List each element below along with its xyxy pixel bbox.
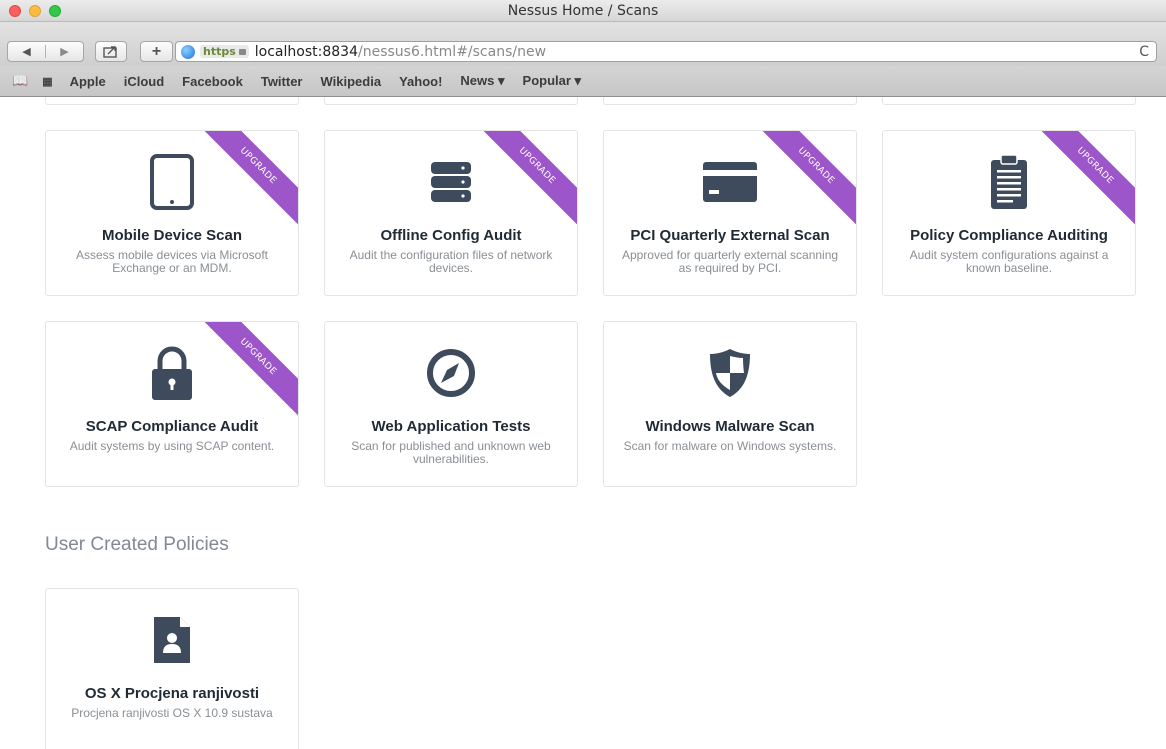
template-card-offline-config-audit[interactable]: Offline Config Audit Audit the configura… — [324, 130, 578, 296]
bookmark-twitter[interactable]: Twitter — [261, 74, 303, 89]
template-card-mobile-device-scan[interactable]: Mobile Device Scan Assess mobile devices… — [45, 130, 299, 296]
shield-icon — [604, 342, 856, 404]
globe-icon — [181, 44, 195, 59]
browser-toolbar: ◀ ▶ + https localhost:8834 /nessus6.html… — [0, 22, 1166, 66]
bookmark-popular[interactable]: Popular ▾ — [523, 73, 582, 89]
template-description: Scan for malware on Windows systems. — [623, 439, 837, 453]
reading-list-icon[interactable]: 📖 — [12, 73, 28, 89]
new-tab-button[interactable]: + — [140, 41, 173, 62]
template-title: Policy Compliance Auditing — [910, 227, 1108, 244]
template-description: Audit systems by using SCAP content. — [69, 439, 275, 453]
template-card-pci-quarterly-external-scan[interactable]: PCI Quarterly External Scan Approved for… — [603, 130, 857, 296]
window-titlebar: Nessus Home / Scans — [0, 0, 1166, 22]
share-button[interactable] — [95, 41, 127, 62]
address-bar[interactable]: https localhost:8834 /nessus6.html#/scan… — [175, 41, 1157, 62]
template-title: SCAP Compliance Audit — [85, 418, 259, 435]
top-sites-icon[interactable]: ▦ — [42, 75, 52, 88]
back-forward-group: ◀ ▶ — [7, 41, 84, 62]
forward-button[interactable]: ▶ — [46, 45, 83, 58]
bookmarks-bar: 📖 ▦ Apple iCloud Facebook Twitter Wikipe… — [0, 66, 1166, 97]
template-card-web-application-tests[interactable]: Web Application Tests Scan for published… — [324, 321, 578, 487]
reload-icon[interactable]: C — [1139, 44, 1149, 60]
policy-description: Procjena ranjivosti OS X 10.9 sustava — [71, 706, 273, 720]
back-button[interactable]: ◀ — [8, 45, 46, 58]
plus-icon: + — [151, 42, 162, 60]
scan-templates-page: Mobile Device Scan Assess mobile devices… — [0, 97, 1166, 749]
template-description: Assess mobile devices via Microsoft Exch… — [75, 248, 269, 275]
template-description: Audit system configurations against a kn… — [909, 248, 1109, 275]
scrolled-card[interactable] — [324, 97, 578, 105]
bookmark-news[interactable]: News ▾ — [460, 73, 504, 89]
user-file-icon — [46, 609, 298, 671]
template-description: Audit the configuration files of network… — [349, 248, 553, 275]
https-badge: https — [200, 45, 249, 58]
template-title: PCI Quarterly External Scan — [630, 227, 830, 244]
template-card-scap-compliance-audit[interactable]: SCAP Compliance Audit Audit systems by u… — [45, 321, 299, 487]
template-card-windows-malware-scan[interactable]: Windows Malware Scan Scan for malware on… — [603, 321, 857, 487]
policy-card-os-x[interactable]: OS X Procjena ranjivosti Procjena ranjiv… — [45, 588, 299, 749]
template-description: Scan for published and unknown web vulne… — [351, 439, 551, 466]
window-title: Nessus Home / Scans — [507, 3, 659, 19]
scrolled-card[interactable] — [603, 97, 857, 105]
section-title: User Created Policies — [45, 534, 229, 555]
template-description: Approved for quarterly external scanning… — [621, 248, 839, 275]
bookmark-wikipedia[interactable]: Wikipedia — [321, 74, 382, 89]
template-title: Offline Config Audit — [380, 227, 522, 244]
bookmark-icloud[interactable]: iCloud — [124, 74, 164, 89]
url-path: /nessus6.html#/scans/new — [357, 43, 547, 60]
bookmark-facebook[interactable]: Facebook — [182, 74, 243, 89]
compass-icon — [325, 342, 577, 404]
share-icon — [103, 46, 117, 58]
lock-icon — [238, 48, 246, 55]
template-card-policy-compliance-auditing[interactable]: Policy Compliance Auditing Audit system … — [882, 130, 1136, 296]
scrolled-card[interactable] — [882, 97, 1136, 105]
url-host: localhost:8834 — [254, 43, 358, 60]
policy-title: OS X Procjena ranjivosti — [84, 685, 260, 702]
https-label: https — [203, 45, 236, 58]
scrolled-card[interactable] — [45, 97, 299, 105]
template-title: Web Application Tests — [371, 418, 531, 435]
template-title: Windows Malware Scan — [645, 418, 815, 435]
template-title: Mobile Device Scan — [101, 227, 243, 244]
bookmark-yahoo[interactable]: Yahoo! — [399, 74, 442, 89]
bookmark-apple[interactable]: Apple — [70, 74, 106, 89]
